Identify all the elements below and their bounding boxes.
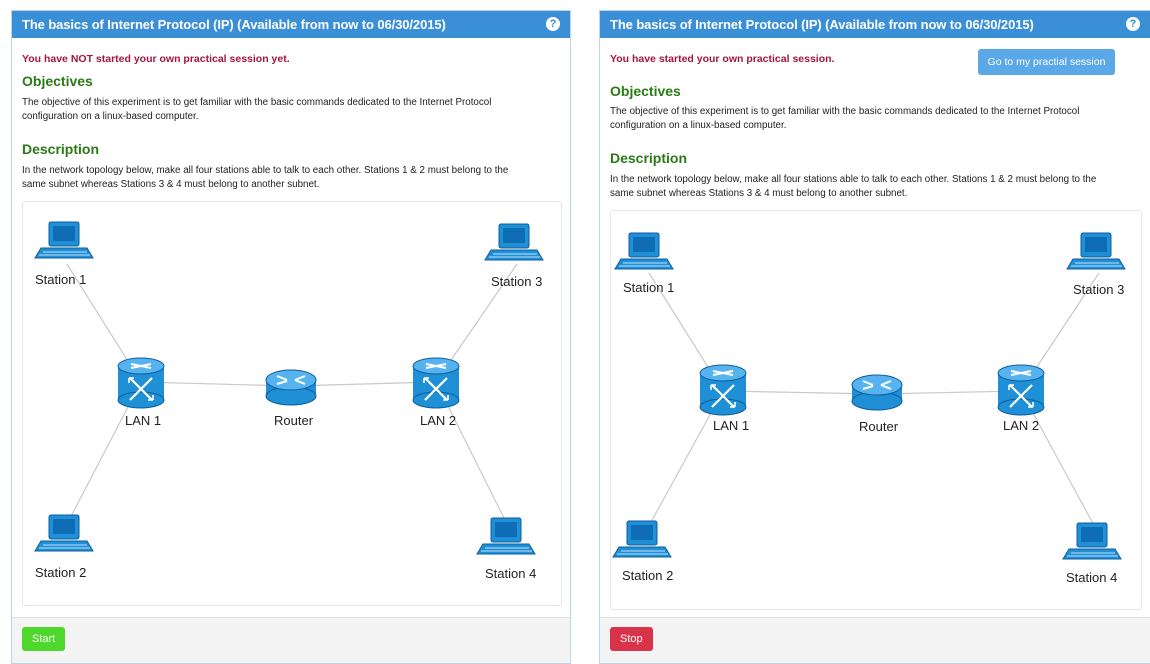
objectives-line: The objective of this experiment is to g… [610,106,1080,117]
station-1-label: Station 1 [623,280,675,295]
session-status: You have NOT started your own practical … [22,53,290,65]
question-circle-icon[interactable]: ? [546,17,560,31]
router-label: Router [274,413,314,428]
stop-button[interactable]: Stop [610,627,653,651]
station-4-computer-icon [476,517,536,555]
lan-1-switch-icon [117,357,165,409]
objectives-line: configuration on a linux-based computer. [22,111,199,122]
topology-svg [34,221,544,555]
objectives-text: The objective of this experiment is to g… [610,105,1079,133]
station-3-label: Station 3 [491,274,543,289]
description-line: In the network topology below, make all … [22,165,509,176]
station-2-computer-icon [612,520,672,558]
router-icon [265,369,317,406]
lan-2-label: LAN 2 [420,413,457,428]
description-heading: Description [610,150,688,166]
station-4-label: Station 4 [1066,570,1118,585]
station-3-label: Station 3 [1073,282,1125,297]
start-button[interactable]: Start [22,627,66,651]
station-1-computer-icon [614,232,674,270]
network-topology-diagram: Station 1 Station 3 LAN 1 Router LAN 2 S… [22,201,562,606]
station-2-label: Station 2 [622,568,674,583]
lan-2-switch-icon [997,364,1045,416]
description-line: same subnet whereas Stations 3 & 4 must … [22,179,320,190]
lan-1-label: LAN 1 [713,418,750,433]
description-heading: Description [22,141,100,157]
topology-svg [612,232,1126,560]
panel-heading: The basics of Internet Protocol (IP) (Av… [600,11,1150,38]
objectives-heading: Objectives [22,73,93,89]
station-1-label: Station 1 [35,272,87,287]
station-3-computer-icon [484,223,544,261]
objectives-line: The objective of this experiment is to g… [22,97,492,108]
lan-2-switch-icon [412,357,460,409]
panel-title: The basics of Internet Protocol (IP) (Av… [610,17,1034,32]
session-status: You have started your own practical sess… [610,53,835,65]
go-to-session-button[interactable]: Go to my practial session [978,49,1115,75]
objectives-heading: Objectives [610,83,681,99]
description-line: same subnet whereas Stations 3 & 4 must … [610,188,908,199]
station-2-computer-icon [34,514,94,552]
lan-1-label: LAN 1 [125,413,162,428]
objectives-text: The objective of this experiment is to g… [22,96,491,124]
station-3-computer-icon [1066,232,1126,270]
station-1-computer-icon [34,221,94,259]
panel-title: The basics of Internet Protocol (IP) (Av… [22,17,446,32]
lan-1-switch-icon [699,364,747,416]
network-topology-diagram: Station 1 Station 3 LAN 1 Router LAN 2 S… [610,210,1142,610]
router-label: Router [859,419,899,434]
description-text: In the network topology below, make all … [22,164,508,192]
panel-heading: The basics of Internet Protocol (IP) (Av… [12,11,570,38]
lan-2-label: LAN 2 [1003,418,1040,433]
panel-footer: Stop [600,617,1150,663]
description-line: In the network topology below, make all … [610,174,1097,185]
station-4-label: Station 4 [485,566,537,581]
station-2-label: Station 2 [35,565,87,580]
experiment-panel-not-started: The basics of Internet Protocol (IP) (Av… [11,10,571,664]
router-icon [851,374,903,411]
question-circle-icon[interactable]: ? [1126,17,1140,31]
experiment-panel-started: The basics of Internet Protocol (IP) (Av… [599,10,1150,664]
description-text: In the network topology below, make all … [610,173,1096,201]
objectives-line: configuration on a linux-based computer. [610,120,787,131]
panel-footer: Start [12,617,570,663]
station-4-computer-icon [1062,522,1122,560]
